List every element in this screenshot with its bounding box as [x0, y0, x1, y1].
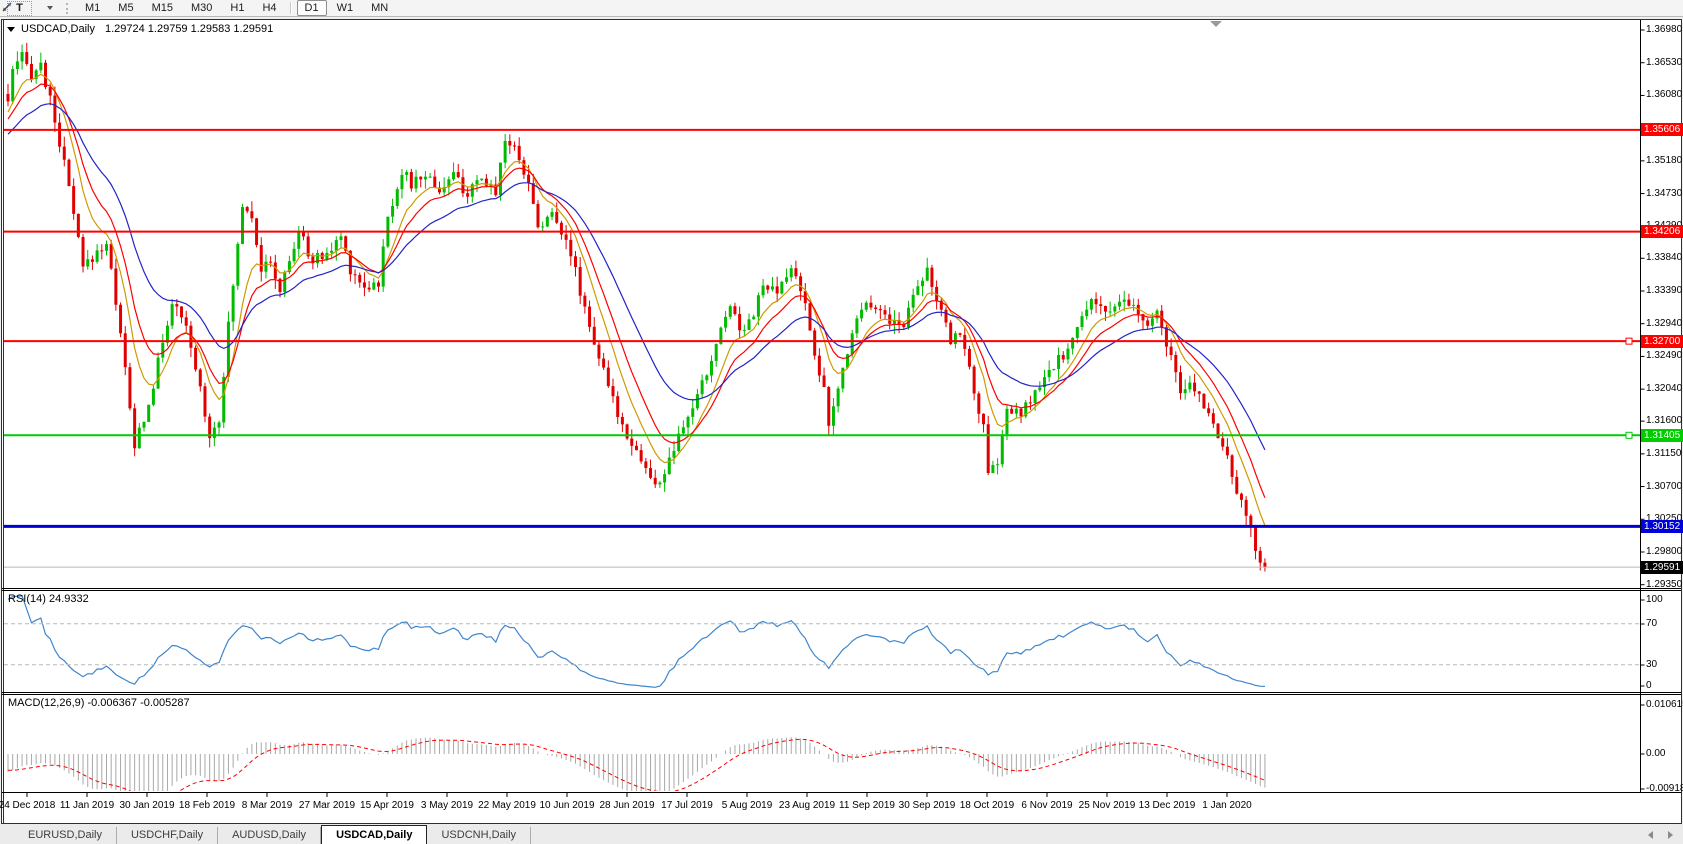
price-chart-canvas[interactable] — [0, 0, 1683, 844]
timeframe-button-m1[interactable]: M1 — [77, 0, 108, 16]
chart-tab-usdchf[interactable]: USDCHF,Daily — [117, 827, 218, 844]
chart-tab-eurusd[interactable]: EURUSD,Daily — [14, 827, 117, 844]
chevron-down-icon[interactable] — [47, 6, 53, 10]
timeframe-button-h1[interactable]: H1 — [222, 0, 252, 16]
mt-terminal: { "toolbar": { "text_tool": "T", "timefr… — [0, 0, 1683, 844]
chart-tab-bar: EURUSD,DailyUSDCHF,DailyAUDUSD,DailyUSDC… — [0, 824, 1683, 844]
chart-tab-usdcnh[interactable]: USDCNH,Daily — [427, 827, 531, 844]
chart-tab-audusd[interactable]: AUDUSD,Daily — [218, 827, 321, 844]
timeframe-button-h4[interactable]: H4 — [254, 0, 284, 16]
timeframe-button-m30[interactable]: M30 — [183, 0, 220, 16]
timeframe-button-mn[interactable]: MN — [363, 0, 396, 16]
timeframe-button-d1[interactable]: D1 — [297, 0, 327, 16]
toolbar-separator — [290, 2, 292, 14]
cursor-arrows-button[interactable] — [36, 1, 44, 16]
arrows-icon — [0, 0, 14, 14]
top-toolbar: T M1M5M15M30H1H4D1W1MN — [0, 0, 1683, 17]
timeframe-group: M1M5M15M30H1H4 D1W1MN — [76, 0, 397, 16]
chart-tab-usdcad[interactable]: USDCAD,Daily — [321, 825, 427, 844]
tab-scroll-left-icon[interactable] — [1648, 831, 1653, 839]
chart-tabs: EURUSD,DailyUSDCHF,DailyAUDUSD,DailyUSDC… — [14, 825, 531, 844]
timeframe-button-m5[interactable]: M5 — [110, 0, 141, 16]
timeframe-button-w1[interactable]: W1 — [329, 0, 362, 16]
toolbar-grip[interactable] — [66, 3, 70, 14]
tab-scroll-right-icon[interactable] — [1668, 831, 1673, 839]
timeframe-button-m15[interactable]: M15 — [144, 0, 181, 16]
